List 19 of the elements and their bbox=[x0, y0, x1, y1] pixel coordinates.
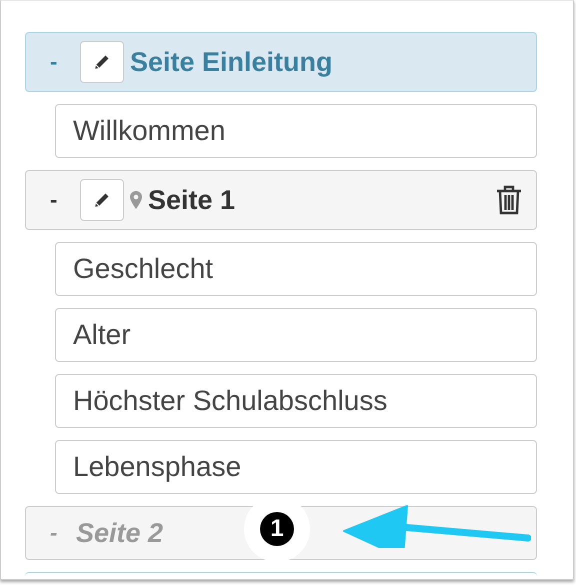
page-title: Seite 2 bbox=[76, 518, 164, 548]
edit-button[interactable] bbox=[80, 179, 124, 221]
collapse-toggle[interactable]: - bbox=[50, 49, 76, 75]
collapse-toggle[interactable]: - bbox=[50, 187, 76, 213]
pencil-icon bbox=[94, 54, 110, 70]
edit-button[interactable] bbox=[80, 41, 124, 83]
page-header[interactable]: - Seite Einleitung bbox=[25, 32, 537, 92]
page-title: Seite 1 bbox=[148, 184, 236, 216]
trash-icon[interactable] bbox=[496, 185, 522, 215]
question-item[interactable]: Geschlecht bbox=[55, 242, 537, 296]
pencil-icon bbox=[94, 192, 110, 208]
question-item[interactable]: Lebensphase bbox=[55, 440, 537, 494]
question-item[interactable]: Willkommen bbox=[55, 104, 537, 158]
callout-number: 1 bbox=[260, 512, 294, 546]
question-item[interactable]: Alter bbox=[55, 308, 537, 362]
page-header[interactable]: - Seite 1 bbox=[25, 170, 537, 230]
map-pin-icon bbox=[130, 191, 142, 209]
page-title: Seite Einleitung bbox=[130, 46, 333, 78]
question-item[interactable]: Höchster Schulabschluss bbox=[55, 374, 537, 428]
